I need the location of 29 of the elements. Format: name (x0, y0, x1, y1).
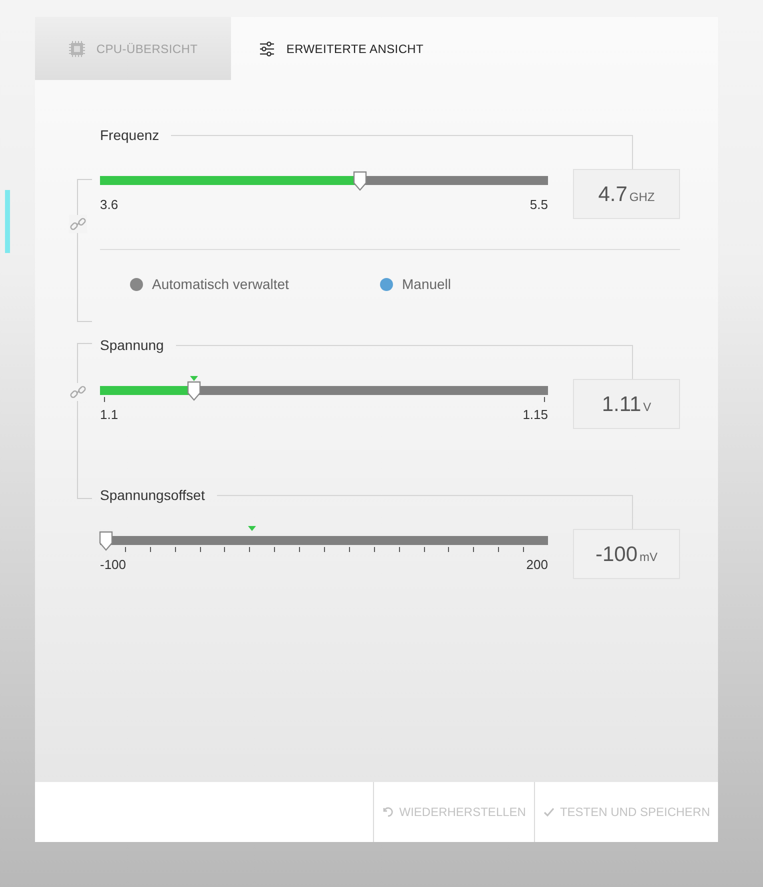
unit-text: V (643, 400, 652, 414)
unit-text: mV (640, 550, 658, 564)
slider-label: Frequenz (100, 126, 160, 145)
max-value: 1.15 (522, 407, 548, 422)
tab[interactable]: ERWEITERTE ANSICHT (231, 17, 451, 80)
value-text: 1.11 (602, 392, 642, 418)
value-text: 4.7 (598, 182, 628, 208)
value-display[interactable]: 4.7 GHZ (573, 169, 680, 219)
undo-icon (382, 806, 394, 818)
min-value: 3.6 (100, 197, 118, 212)
value-text: -100 (595, 542, 638, 568)
mode-radio[interactable]: Automatisch verwaltet (130, 276, 380, 292)
max-value: 200 (526, 557, 548, 572)
slider-label: Spannungsoffset (100, 486, 206, 505)
slider-thumb[interactable] (187, 381, 202, 401)
slider-thumb[interactable] (99, 531, 113, 551)
slider-label: Spannung (100, 336, 165, 355)
value-display[interactable]: -100 mV (573, 529, 680, 579)
min-value: -100 (100, 557, 126, 572)
check-icon (542, 806, 555, 818)
min-value: 1.1 (100, 407, 118, 422)
mode-radio[interactable]: Manuell (380, 276, 630, 292)
unit-text: GHZ (629, 190, 655, 204)
slider-thumb[interactable] (352, 171, 367, 191)
max-value: 5.5 (530, 197, 548, 212)
value-display[interactable]: 1.11 V (573, 379, 680, 429)
sliders-icon (258, 40, 276, 58)
chip-icon (68, 40, 86, 58)
sidebar-highlight (5, 190, 10, 253)
